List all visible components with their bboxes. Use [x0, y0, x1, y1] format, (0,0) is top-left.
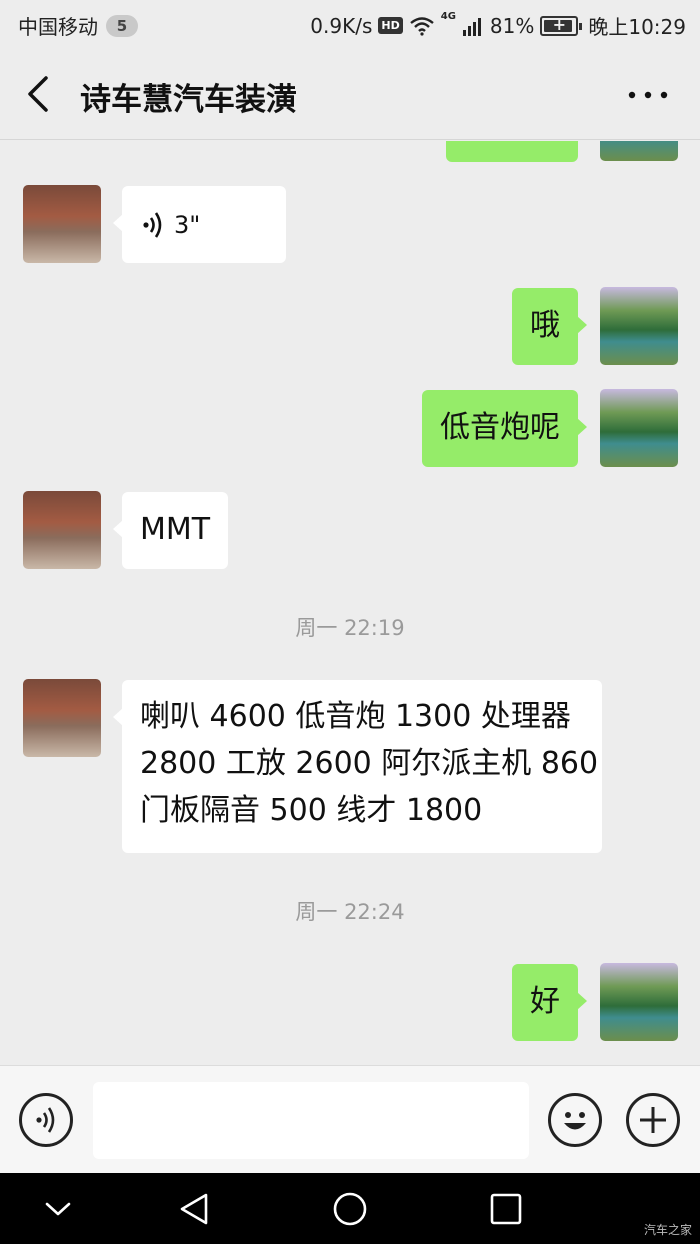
nav-back-icon[interactable] — [174, 1191, 214, 1227]
voice-duration: 3" — [174, 210, 201, 239]
message-line: 门板隔音 500 线才 1800 — [140, 793, 483, 828]
back-arrow-icon[interactable] — [20, 72, 60, 116]
signal-icon — [462, 17, 481, 36]
battery-icon: + — [540, 15, 583, 36]
hd-icon: HD — [378, 17, 403, 34]
message-line: 2800 工放 2600 阿尔派主机 860 — [140, 746, 599, 781]
message-bubble[interactable]: 低音炮呢 — [422, 390, 587, 467]
input-bar — [0, 1065, 700, 1173]
more-icon[interactable] — [626, 80, 670, 110]
chat-title: 诗车慧汽车装潢 — [80, 82, 297, 118]
message-previous-partial — [0, 141, 700, 162]
timestamp: 周一 22:19 — [295, 616, 405, 640]
message-line: 喇叭 4600 低音炮 1300 处理器 — [140, 699, 571, 734]
avatar[interactable] — [600, 389, 678, 467]
message-list[interactable]: 3" 哦 低音炮呢 MMT 周一 22:19 喇叭 4600 低音炮 1300 … — [0, 141, 700, 1065]
notification-count-badge: 5 — [106, 14, 138, 37]
message-row: 3" — [0, 185, 700, 265]
carrier-name: 中国移动 — [18, 15, 98, 39]
nav-down-icon[interactable] — [38, 1191, 78, 1227]
message-input[interactable] — [93, 1082, 529, 1159]
emoji-icon[interactable] — [548, 1093, 602, 1147]
avatar[interactable] — [23, 185, 101, 263]
avatar[interactable] — [23, 491, 101, 569]
battery-percent: 81% — [489, 13, 535, 38]
message-row: 哦 — [0, 287, 700, 367]
message-row: 喇叭 4600 低音炮 1300 处理器 2800 工放 2600 阿尔派主机 … — [0, 679, 700, 859]
avatar[interactable] — [600, 963, 678, 1041]
avatar[interactable] — [600, 287, 678, 365]
system-nav-bar: 汽车之家 — [0, 1173, 700, 1244]
plus-icon[interactable] — [626, 1093, 680, 1147]
network-type: 4G — [440, 11, 456, 22]
voice-message-bubble[interactable]: 3" — [113, 186, 286, 263]
status-bar: 中国移动 5 0.9K/s HD 4G 81% + 晚上10:29 — [0, 0, 700, 50]
voice-input-button[interactable] — [19, 1093, 73, 1147]
voice-icon — [143, 211, 162, 238]
message-bubble[interactable]: 好 — [512, 964, 587, 1041]
message-bubble[interactable]: 哦 — [512, 288, 587, 365]
nav-home-icon[interactable] — [330, 1191, 370, 1227]
message-row: 好 — [0, 963, 700, 1043]
chat-header: 诗车慧汽车装潢 — [0, 50, 700, 140]
nav-recent-icon[interactable] — [486, 1191, 526, 1227]
voice-icon — [36, 1107, 55, 1133]
message-row: 低音炮呢 — [0, 389, 700, 469]
network-speed: 0.9K/s — [310, 13, 373, 38]
avatar[interactable] — [600, 141, 678, 161]
clock-time: 晚上10:29 — [588, 15, 686, 39]
avatar[interactable] — [23, 679, 101, 757]
timestamp: 周一 22:24 — [295, 900, 405, 924]
status-right: 0.9K/s HD 4G 81% + 晚上10:29 — [310, 11, 686, 40]
status-left: 中国移动 5 — [18, 11, 138, 40]
message-bubble[interactable]: 喇叭 4600 低音炮 1300 处理器 2800 工放 2600 阿尔派主机 … — [113, 680, 602, 853]
message-bubble[interactable] — [446, 141, 578, 162]
wifi-icon — [409, 16, 434, 36]
message-row: MMT — [0, 491, 700, 571]
message-bubble[interactable]: MMT — [112, 492, 229, 569]
watermark: 汽车之家 — [643, 1223, 692, 1237]
